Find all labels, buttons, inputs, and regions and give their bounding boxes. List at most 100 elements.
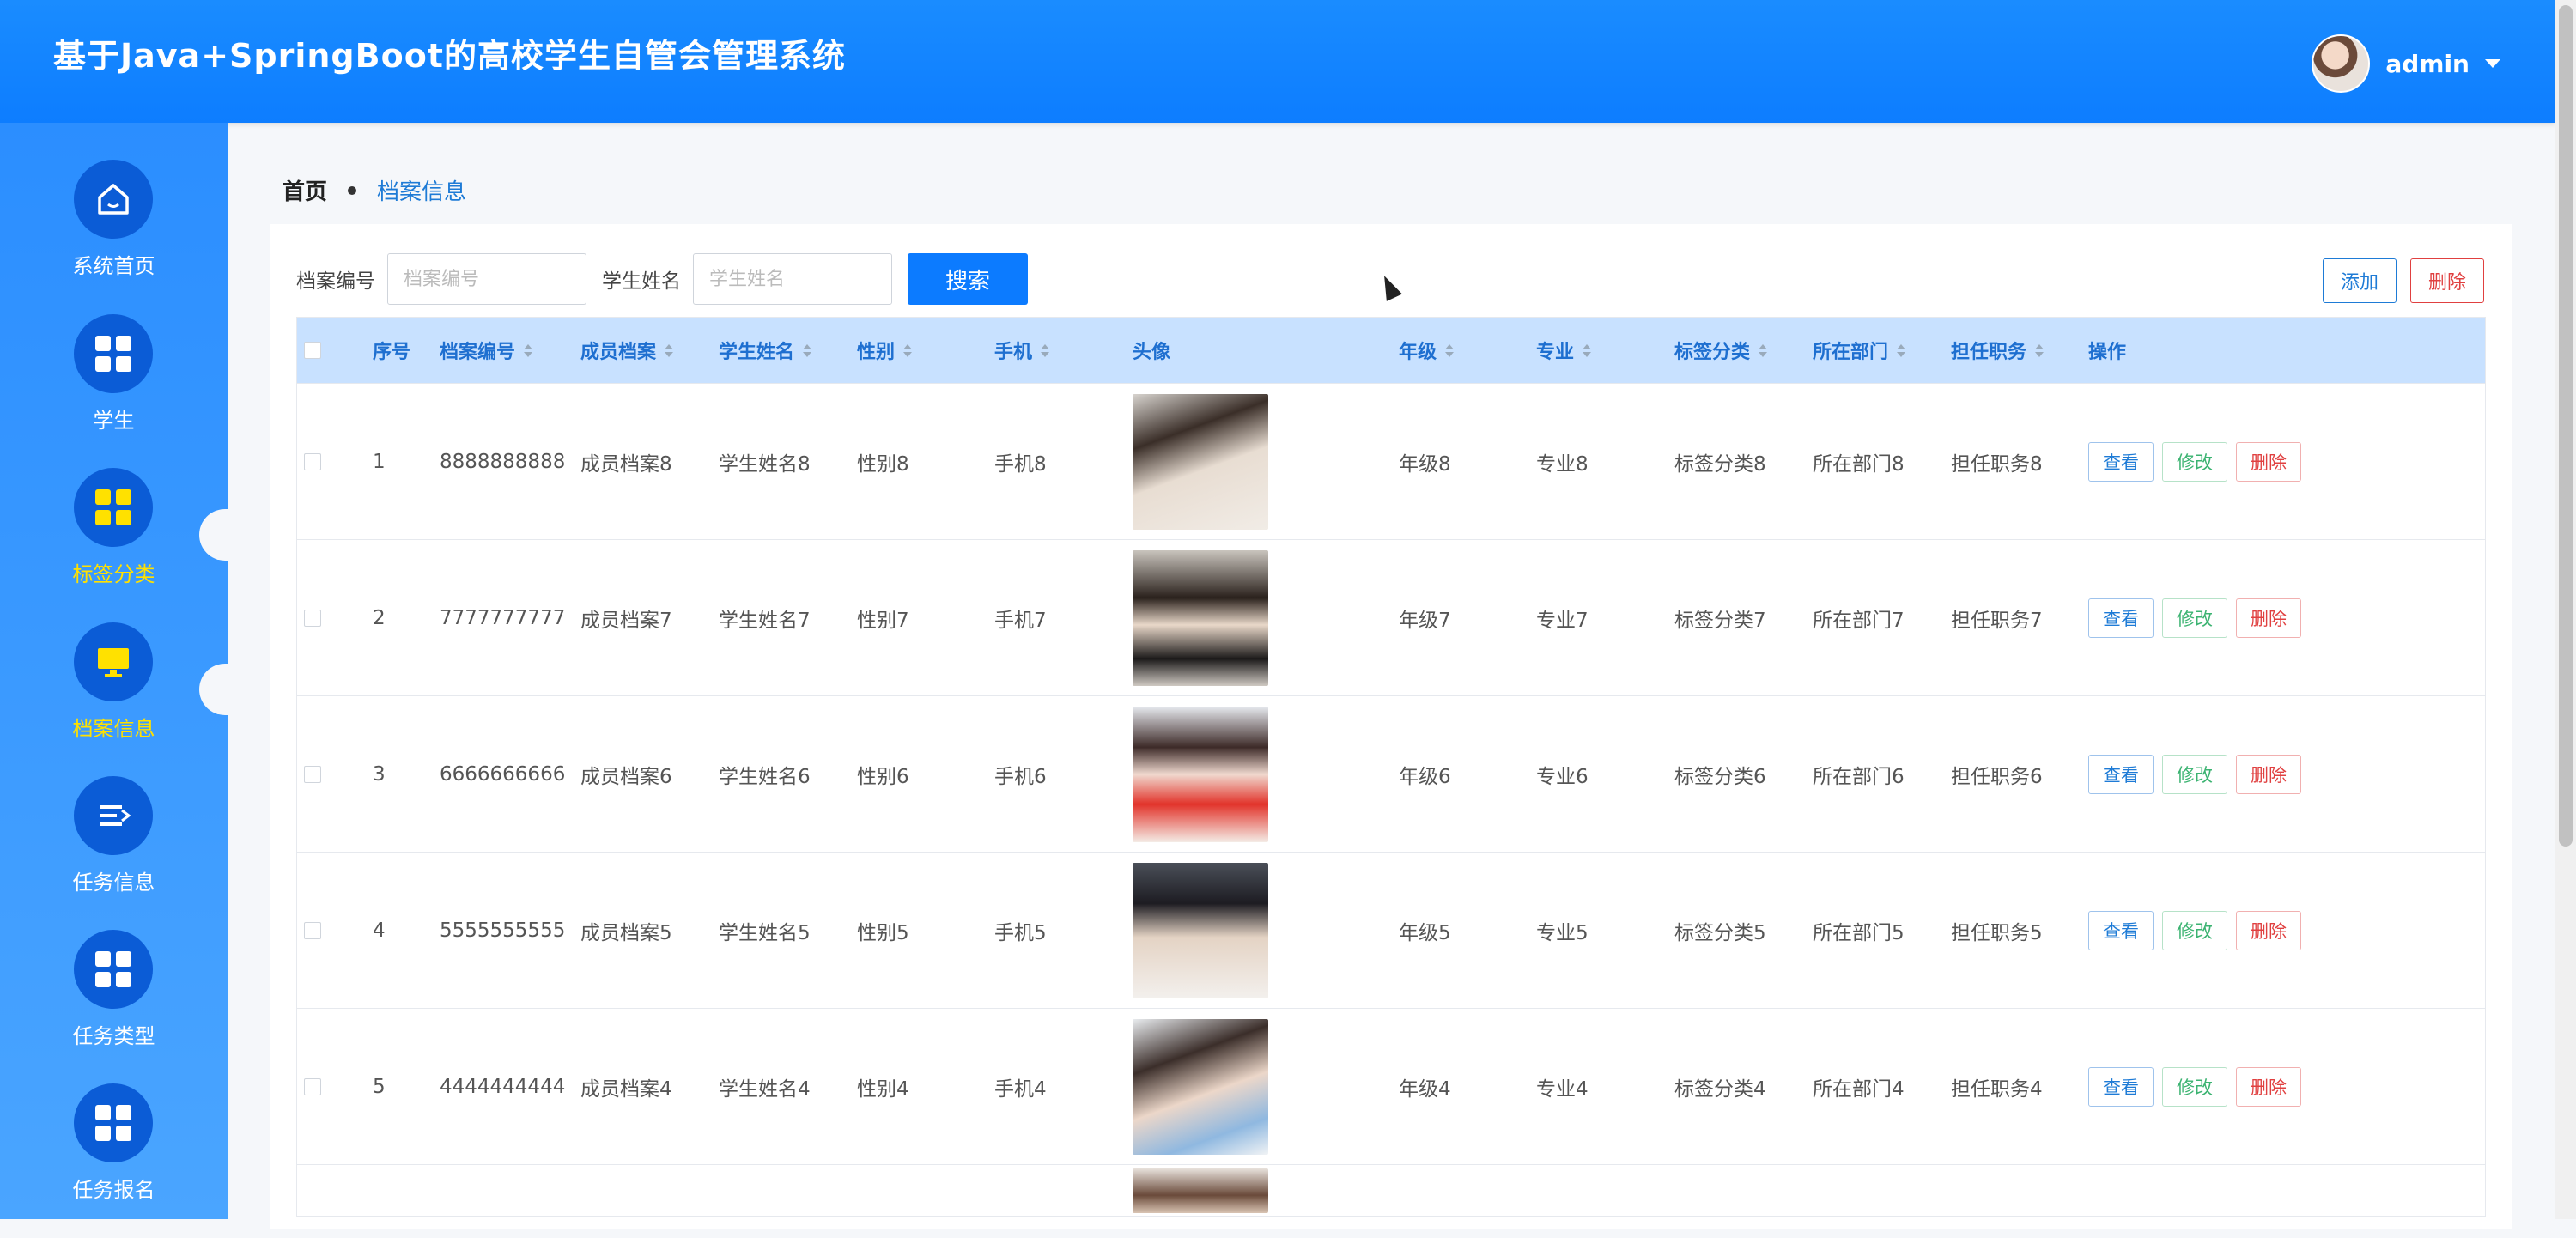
delete-button[interactable]: 删除 [2236,1067,2301,1107]
sidebar-item-archive[interactable]: 档案信息 [0,622,228,777]
cell-tag: 标签分类8 [1674,453,1766,476]
student-photo[interactable] [1133,394,1268,530]
cell-index: 4 [373,919,386,942]
cell-grade: 年级5 [1399,922,1451,944]
username[interactable]: admin [2385,50,2470,78]
scrollbar-thumb[interactable] [2559,5,2573,847]
row-checkbox[interactable] [304,1078,321,1095]
sidebar-item-label: 任务信息 [72,871,155,895]
row-checkbox[interactable] [304,453,321,470]
sidebar-item-tag-category[interactable]: 标签分类 [0,468,228,622]
cell-grade: 年级8 [1399,453,1451,476]
delete-button[interactable]: 删除 [2236,598,2301,638]
grid-icon [74,314,153,393]
file-no-label: 档案编号 [296,270,375,293]
chevron-down-icon[interactable] [2485,59,2500,68]
sidebar-item-label: 档案信息 [72,717,155,741]
col-phone[interactable]: 手机 [994,318,1050,383]
col-major[interactable]: 专业 [1536,318,1592,383]
sort-icon [1583,343,1592,357]
page-scrollbar[interactable] [2555,0,2576,1219]
view-button[interactable]: 查看 [2088,1067,2154,1107]
user-avatar[interactable] [2312,34,2371,93]
col-avatar: 头像 [1133,342,1171,363]
student-photo[interactable] [1133,1168,1268,1213]
sort-icon [524,343,533,357]
edit-button[interactable]: 修改 [2162,442,2227,482]
sidebar-item-task-info[interactable]: 任务信息 [0,776,228,931]
cell-dept: 所在部门4 [1813,1078,1905,1101]
table-row: 2 7777777777 成员档案7 学生姓名7 性别7 手机7 年级7 专业7… [297,539,2485,695]
sort-icon [665,343,674,357]
monitor-icon [74,622,153,701]
view-button[interactable]: 查看 [2088,911,2154,950]
col-index: 序号 [373,342,411,363]
view-button[interactable]: 查看 [2088,598,2154,638]
col-student-name[interactable]: 学生姓名 [719,318,812,383]
sidebar-item-label: 任务报名 [72,1178,155,1202]
grid-icon [74,468,153,547]
file-no-input-wrap[interactable] [387,253,586,305]
table-header: 序号 档案编号 成员档案 学生姓名 性别 手机 头像 年级 专业 标签分类 所在… [297,318,2485,383]
cell-student-name: 学生姓名7 [719,610,811,632]
student-photo[interactable] [1133,550,1268,686]
col-tag[interactable]: 标签分类 [1674,318,1768,383]
breadcrumb-home[interactable]: 首页 [283,174,327,206]
col-duty[interactable]: 担任职务 [1951,318,2044,383]
cell-grade: 年级4 [1399,1078,1451,1101]
cell-grade: 年级6 [1399,766,1451,788]
sidebar-item-home[interactable]: 系统首页 [0,160,228,314]
sidebar-item-label: 标签分类 [72,562,155,586]
col-member-file[interactable]: 成员档案 [580,318,674,383]
cell-file-no: 6666666666 [440,763,566,786]
table-row: 1 8888888888 成员档案8 学生姓名8 性别8 手机8 年级8 专业8… [297,383,2485,539]
col-dept[interactable]: 所在部门 [1813,318,1906,383]
cell-major: 专业5 [1536,922,1589,944]
edit-button[interactable]: 修改 [2162,598,2227,638]
col-file-no[interactable]: 档案编号 [440,318,533,383]
view-button[interactable]: 查看 [2088,755,2154,794]
col-gender[interactable]: 性别 [857,318,913,383]
edit-button[interactable]: 修改 [2162,755,2227,794]
archive-table: 序号 档案编号 成员档案 学生姓名 性别 手机 头像 年级 专业 标签分类 所在… [296,317,2486,1217]
sidebar-item-task-type[interactable]: 任务类型 [0,930,228,1084]
col-grade[interactable]: 年级 [1399,318,1455,383]
student-photo[interactable] [1133,863,1268,998]
row-checkbox[interactable] [304,766,321,783]
cell-member-file: 成员档案7 [580,610,672,632]
add-button[interactable]: 添加 [2322,258,2397,303]
select-all-checkbox[interactable] [304,342,321,359]
cell-phone: 手机7 [994,610,1047,632]
student-photo[interactable] [1133,1019,1268,1155]
row-checkbox[interactable] [304,610,321,627]
student-name-input[interactable] [709,268,876,290]
search-button[interactable]: 搜索 [908,253,1028,305]
sidebar-item-label: 学生 [93,409,135,433]
cell-duty: 担任职务6 [1951,766,2043,788]
file-no-input[interactable] [404,268,570,290]
edit-button[interactable]: 修改 [2162,1067,2227,1107]
view-button[interactable]: 查看 [2088,442,2154,482]
student-name-input-wrap[interactable] [693,253,892,305]
breadcrumb: 首页 档案信息 [283,174,466,206]
sidebar-item-label: 系统首页 [72,254,155,278]
delete-button[interactable]: 删除 [2236,442,2301,482]
delete-button[interactable]: 删除 [2236,911,2301,950]
student-photo[interactable] [1133,707,1268,842]
batch-delete-button[interactable]: 删除 [2409,258,2484,303]
cell-tag: 标签分类6 [1674,766,1766,788]
grid-icon [74,1083,153,1162]
edit-button[interactable]: 修改 [2162,911,2227,950]
sort-icon [1759,343,1768,357]
table-row-partial [297,1164,2485,1216]
cell-duty: 担任职务7 [1951,610,2043,632]
user-menu[interactable]: admin [2312,34,2500,93]
cell-file-no: 8888888888 [440,451,566,473]
row-checkbox[interactable] [304,922,321,939]
cell-dept: 所在部门8 [1813,453,1905,476]
sidebar-item-student[interactable]: 学生 [0,314,228,469]
cell-duty: 担任职务5 [1951,922,2043,944]
delete-button[interactable]: 删除 [2236,755,2301,794]
table-row: 5 4444444444 成员档案4 学生姓名4 性别4 手机4 年级4 专业4… [297,1008,2485,1164]
sidebar-item-task-signup[interactable]: 任务报名 [0,1083,228,1238]
